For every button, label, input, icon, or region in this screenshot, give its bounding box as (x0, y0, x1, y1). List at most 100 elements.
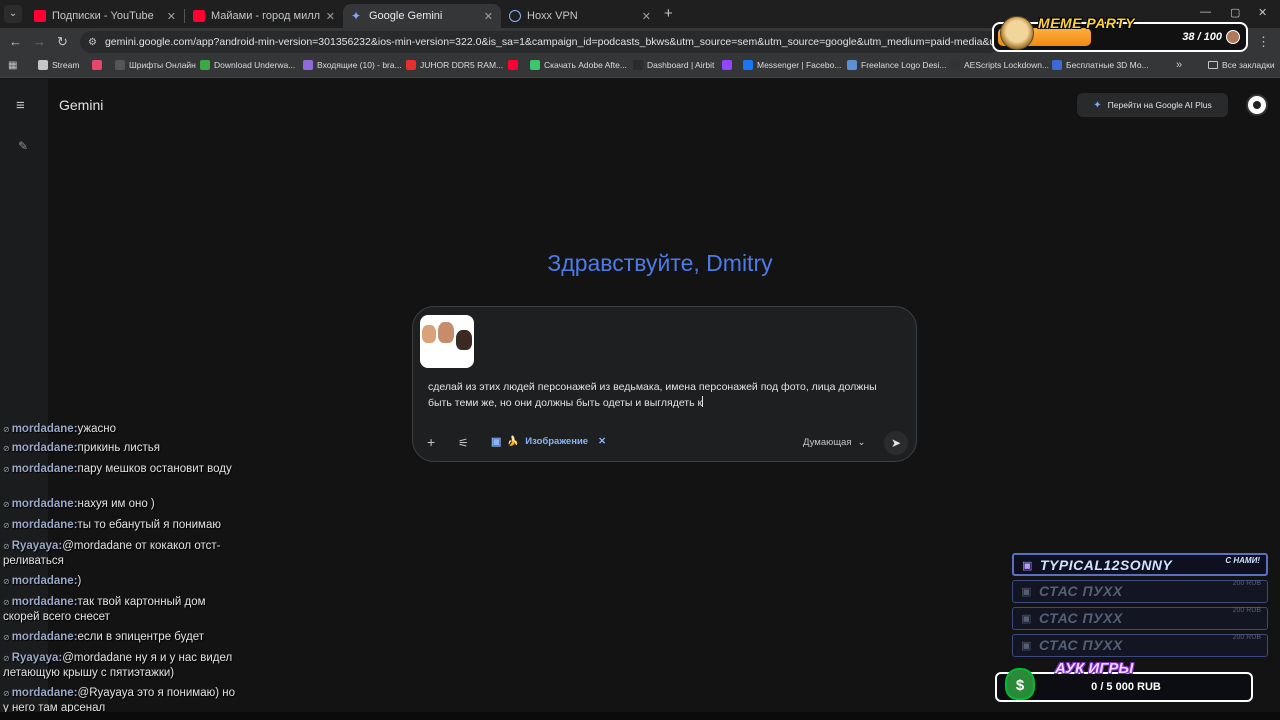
chat-text: нахуя им оно ) (77, 498, 155, 510)
prompt-composer: сделай из этих людей персонажей из ведьм… (412, 306, 917, 462)
tab-close-icon[interactable]: ✕ (326, 10, 335, 23)
minimize-icon[interactable]: — (1200, 6, 1211, 18)
chat-text: ты то ебанутый я понимаю (77, 519, 221, 531)
send-button[interactable]: ➤ (884, 431, 908, 455)
donor-name: СТАС ПУХХ (1039, 583, 1123, 599)
browser-menu-icon[interactable]: ⋮ (1257, 34, 1270, 50)
donation-amount: 200 RUB (1232, 634, 1261, 641)
bookmark-item[interactable]: Messenger | Facebo... (743, 60, 841, 70)
add-attachment-icon[interactable]: + (427, 434, 435, 450)
chat-username: mordadane: (11, 423, 78, 435)
chat-username: mordadane: (11, 463, 78, 475)
address-bar[interactable]: ⚙ gemini.google.com/app?android-min-vers… (80, 31, 1000, 53)
chat-username: mordadane: (11, 687, 78, 699)
bookmark-item[interactable]: Скачать Adobe Afte... (530, 60, 627, 70)
close-window-icon[interactable]: ✕ (1258, 6, 1267, 19)
donation-entry: ▣ СТАС ПУХХ 200 RUB (1012, 634, 1268, 657)
donation-amount: 200 RUB (1232, 607, 1261, 614)
bookmark-item[interactable] (508, 60, 518, 70)
spark-icon: ✦ (1093, 99, 1102, 111)
new-tab-button[interactable]: + (664, 5, 673, 22)
tab-close-icon[interactable]: ✕ (167, 10, 176, 23)
maximize-icon[interactable]: ▢ (1230, 6, 1240, 19)
bookmark-label: Download Underwa... (214, 60, 296, 70)
donation-amount: С НАМИ! (1225, 556, 1260, 565)
chat-username: mordadane: (11, 498, 78, 510)
meme-party-title: MEME PARTY (1038, 15, 1136, 31)
bookmark-item[interactable]: Dashboard | Airbit (633, 60, 714, 70)
reload-icon[interactable]: ↻ (57, 34, 68, 50)
youtube-icon (193, 10, 205, 22)
chat-message: ⊘ mordadane:пару мешков остановит воду (3, 462, 243, 477)
upgrade-label: Перейти на Google AI Plus (1107, 100, 1212, 110)
mode-label: Думающая (803, 437, 852, 448)
profile-avatar[interactable] (1246, 94, 1268, 116)
attached-image-thumbnail[interactable] (420, 315, 474, 368)
aescripts-icon (950, 60, 960, 70)
forward-arrow-icon[interactable]: → (33, 34, 46, 49)
tab-search-button[interactable]: ⌄ (4, 5, 22, 23)
close-icon[interactable]: ✕ (598, 436, 606, 447)
twitch-icon: ▣ (1021, 613, 1032, 625)
bookmark-item[interactable] (722, 60, 732, 70)
bookmark-item[interactable]: Бесплатные 3D Мо... (1052, 60, 1149, 70)
bookmark-item[interactable] (92, 60, 102, 70)
tools-icon[interactable]: ⚟ (458, 436, 469, 450)
face-thumbnail (438, 322, 454, 343)
badge-icon: ⊘ (3, 444, 10, 453)
bookmark-item[interactable]: Freelance Logo Desi... (847, 60, 947, 70)
apps-grid-icon[interactable]: ▦ (8, 60, 17, 71)
chat-message: ⊘ mordadane:) (3, 574, 243, 589)
donation-amount: 200 RUB (1232, 580, 1261, 587)
banana-icon: 🍌 (507, 436, 520, 447)
tab-close-icon[interactable]: ✕ (642, 10, 651, 23)
chat-message: ⊘ mordadane:нахуя им оно ) (3, 497, 243, 512)
twitch-icon: ▣ (1022, 560, 1033, 572)
send-icon: ➤ (890, 436, 902, 450)
donor-name: TYPICAL12SONNY (1040, 557, 1173, 573)
face-thumbnail (456, 330, 472, 350)
leaf-icon (530, 60, 540, 70)
bookmark-item[interactable]: Входящие (10) - bra... (303, 60, 402, 70)
tab-google-gemini[interactable]: ✦ Google Gemini ✕ (343, 4, 501, 28)
prompt-input[interactable]: сделай из этих людей персонажей из ведьм… (428, 379, 903, 411)
chat-username: Ryayaya: (11, 652, 63, 664)
bookmark-item[interactable]: Stream (38, 60, 79, 70)
globe-icon (509, 10, 521, 22)
badge-icon: ⊘ (3, 465, 10, 474)
donation-entry: ▣ СТАС ПУХХ 200 RUB (1012, 580, 1268, 603)
chat-username: mordadane: (11, 442, 78, 454)
tab-youtube-subscriptions[interactable]: Подписки - YouTube ✕ (26, 4, 184, 28)
site-info-icon[interactable]: ⚙ (88, 37, 97, 48)
upgrade-ai-plus-button[interactable]: ✦ Перейти на Google AI Plus (1077, 93, 1228, 117)
badge-icon: ⊘ (3, 654, 10, 663)
all-bookmarks-button[interactable]: Все закладки (1208, 60, 1275, 70)
chat-username: mordadane: (11, 596, 78, 608)
model-mode-selector[interactable]: Думающая ⌄ (803, 437, 865, 448)
tab-hoxx-vpn[interactable]: Hoxx VPN ✕ (501, 4, 659, 28)
greeting-heading: Здравствуйте, Dmitry (547, 250, 773, 276)
image-tool-chip[interactable]: ▣ 🍌 Изображение ✕ (491, 435, 606, 448)
menu-icon[interactable]: ≡ (16, 97, 25, 114)
ali-icon (406, 60, 416, 70)
badge-icon: ⊘ (3, 577, 10, 586)
bookmark-item[interactable]: Шрифты Онлайн (115, 60, 196, 70)
bookmarks-overflow-icon[interactable]: » (1176, 59, 1182, 71)
twitch-icon: ▣ (1021, 586, 1032, 598)
meme-party-count: 38 / 100 (1182, 31, 1222, 43)
bookmark-label: Скачать Adobe Afte... (544, 60, 627, 70)
auction-title: АУК ИГРЫ (1055, 660, 1134, 677)
meme-party-widget: MEME PARTY 38 / 100 (992, 15, 1248, 52)
all-bookmarks-label: Все закладки (1222, 60, 1275, 70)
tab-close-icon[interactable]: ✕ (484, 10, 493, 23)
bookmark-item[interactable]: JUHOR DDR5 RAM... (406, 60, 503, 70)
twitch-icon: ▣ (1021, 640, 1032, 652)
bookmark-item[interactable]: AEScripts Lockdown... (950, 60, 1049, 70)
back-arrow-icon[interactable]: ← (9, 34, 22, 49)
tab-youtube-miami[interactable]: Майами - город миллиардер ✕ (185, 4, 343, 28)
image-chip-label: Изображение (525, 436, 589, 447)
address-url: gemini.google.com/app?android-min-versio… (104, 36, 1000, 48)
bookmark-label: AEScripts Lockdown... (964, 60, 1050, 70)
new-chat-icon[interactable]: ✎ (18, 139, 28, 153)
bookmark-item[interactable]: Download Underwa... (200, 60, 295, 70)
